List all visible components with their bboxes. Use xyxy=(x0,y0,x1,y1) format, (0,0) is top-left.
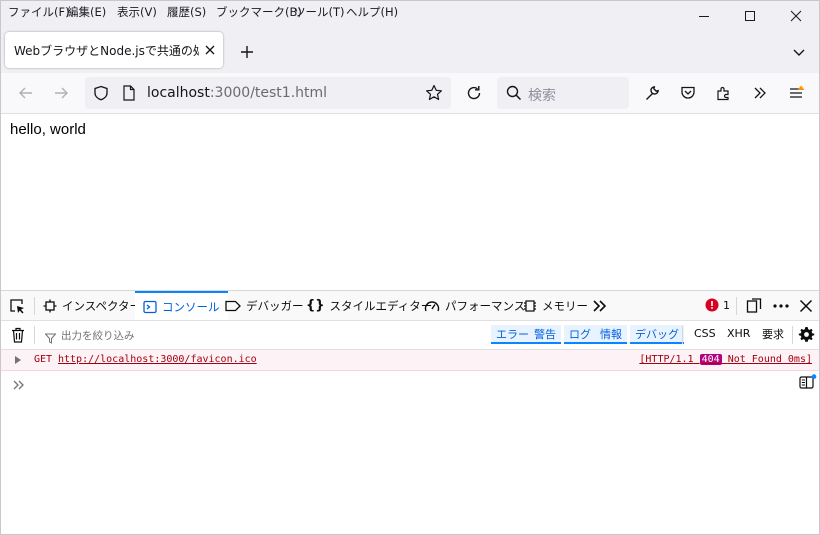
console-input-row[interactable] xyxy=(1,371,819,395)
search-input[interactable]: 検索 xyxy=(497,77,629,109)
status-suffix: Not Found 0ms] xyxy=(727,354,812,365)
search-icon xyxy=(506,85,522,105)
element-picker-icon[interactable] xyxy=(9,298,25,318)
shield-icon[interactable] xyxy=(93,85,109,105)
tab-debugger[interactable]: デバッガー xyxy=(225,291,304,320)
wrench-icon[interactable] xyxy=(640,81,664,105)
forward-arrow-icon[interactable] xyxy=(49,81,73,105)
more-tabs-chevrons-icon[interactable] xyxy=(592,298,608,318)
devtools-toolbar: インスペクター コンソール デバッガー {} スタイルエディター パフォーマンス… xyxy=(1,291,819,321)
console-icon xyxy=(143,300,157,314)
browser-window: ファイル(F) 編集(E) 表示(V) 履歴(S) ブックマーク(B) ツール(… xyxy=(0,0,820,535)
navigation-toolbar: localhost:3000/test1.html 検索 xyxy=(1,73,819,114)
url-text[interactable]: localhost:3000/test1.html xyxy=(147,85,327,101)
divider xyxy=(682,326,683,344)
page-content: hello, world xyxy=(1,114,819,290)
gauge-icon xyxy=(424,299,440,313)
expand-triangle-icon[interactable] xyxy=(14,355,22,368)
filter-input[interactable]: 出力を絞り込み xyxy=(61,328,135,343)
close-devtools-icon[interactable] xyxy=(799,298,813,317)
tab-active[interactable]: WebブラウザとNode.jsで共通の処理を xyxy=(5,32,223,68)
filter-requests-button[interactable]: 要求 xyxy=(757,325,789,342)
menu-view[interactable]: 表示(V) xyxy=(117,4,157,20)
dock-side-icon[interactable] xyxy=(746,298,762,318)
braces-icon: {} xyxy=(306,298,325,313)
tab-label: デバッガー xyxy=(246,298,304,313)
tab-console[interactable]: コンソール xyxy=(135,291,228,320)
debugger-icon xyxy=(225,299,241,313)
url-bar[interactable]: localhost:3000/test1.html xyxy=(85,77,451,109)
menu-file[interactable]: ファイル(F) xyxy=(8,4,70,20)
url-host: localhost xyxy=(147,85,210,101)
filter-xhr-button[interactable]: XHR xyxy=(722,325,755,342)
tab-label: コンソール xyxy=(162,299,220,314)
pocket-icon[interactable] xyxy=(676,81,700,105)
devtools-panel: インスペクター コンソール デバッガー {} スタイルエディター パフォーマンス… xyxy=(1,290,819,534)
chevron-down-icon[interactable] xyxy=(789,42,809,62)
reload-icon[interactable] xyxy=(462,81,486,105)
overflow-chevrons-icon[interactable] xyxy=(748,81,772,105)
menu-help[interactable]: ヘルプ(H) xyxy=(346,4,398,20)
console-prompt-chevrons-icon xyxy=(13,376,25,395)
tab-label: スタイルエディター xyxy=(329,298,433,313)
inspector-icon xyxy=(43,299,57,313)
response-status-link[interactable]: [HTTP/1.1 404 Not Found 0ms] xyxy=(639,354,812,365)
tab-close-icon[interactable] xyxy=(201,41,219,59)
filter-warnings-button[interactable]: 警告 xyxy=(529,325,561,344)
divider xyxy=(736,297,737,315)
error-count: 1 xyxy=(723,298,730,312)
tab-title: WebブラウザとNode.jsで共通の処理を xyxy=(14,44,199,58)
tab-inspector[interactable]: インスペクター xyxy=(43,291,141,320)
editor-mode-toggle-icon[interactable] xyxy=(799,374,817,394)
tab-label: パフォーマンス xyxy=(445,298,526,313)
new-tab-icon[interactable] xyxy=(237,42,257,62)
request-url-link[interactable]: http://localhost:3000/favicon.ico xyxy=(58,354,257,365)
more-options-icon[interactable] xyxy=(772,298,790,318)
back-arrow-icon[interactable] xyxy=(14,81,38,105)
page-text: hello, world xyxy=(10,121,86,138)
filter-errors-button[interactable]: エラー xyxy=(491,325,534,344)
divider xyxy=(792,326,793,344)
filter-icon xyxy=(44,329,57,348)
error-count-badge[interactable]: 1 xyxy=(705,298,730,312)
trash-icon[interactable] xyxy=(11,327,25,347)
filter-logs-button[interactable]: ログ xyxy=(564,325,596,344)
console-message-error[interactable]: GET http://localhost:3000/favicon.ico [H… xyxy=(1,350,819,371)
status-code: 404 xyxy=(699,354,722,365)
search-placeholder: 検索 xyxy=(528,88,556,104)
tab-label: メモリー xyxy=(542,298,588,313)
filter-css-button[interactable]: CSS xyxy=(689,325,721,342)
request-method: GET xyxy=(34,354,53,365)
hamburger-menu-icon[interactable] xyxy=(785,81,809,105)
tab-memory[interactable]: メモリー xyxy=(523,291,588,320)
error-icon xyxy=(705,298,719,312)
divider xyxy=(34,326,35,344)
memory-chip-icon xyxy=(523,299,537,313)
console-filter-bar: 出力を絞り込み エラー 警告 ログ 情報 デバッグ CSS XHR 要求 xyxy=(1,321,819,350)
url-path: :3000/test1.html xyxy=(209,85,328,101)
extensions-icon[interactable] xyxy=(712,81,736,105)
tab-style-editor[interactable]: {} スタイルエディター xyxy=(306,291,432,320)
filter-info-button[interactable]: 情報 xyxy=(595,325,627,344)
menu-tools[interactable]: ツール(T) xyxy=(294,4,345,20)
tab-strip: WebブラウザとNode.jsで共通の処理を xyxy=(1,23,819,73)
bookmark-star-icon[interactable] xyxy=(425,84,443,106)
page-icon[interactable] xyxy=(122,85,136,105)
filter-debug-button[interactable]: デバッグ xyxy=(630,325,684,344)
menu-bookmarks[interactable]: ブックマーク(B) xyxy=(216,4,302,20)
menu-edit[interactable]: 編集(E) xyxy=(67,4,106,20)
gear-icon[interactable] xyxy=(798,326,815,347)
menu-history[interactable]: 履歴(S) xyxy=(167,4,206,20)
divider xyxy=(34,297,35,315)
tab-performance[interactable]: パフォーマンス xyxy=(424,291,525,320)
status-prefix: [HTTP/1.1 xyxy=(639,354,694,365)
tab-label: インスペクター xyxy=(62,298,142,313)
